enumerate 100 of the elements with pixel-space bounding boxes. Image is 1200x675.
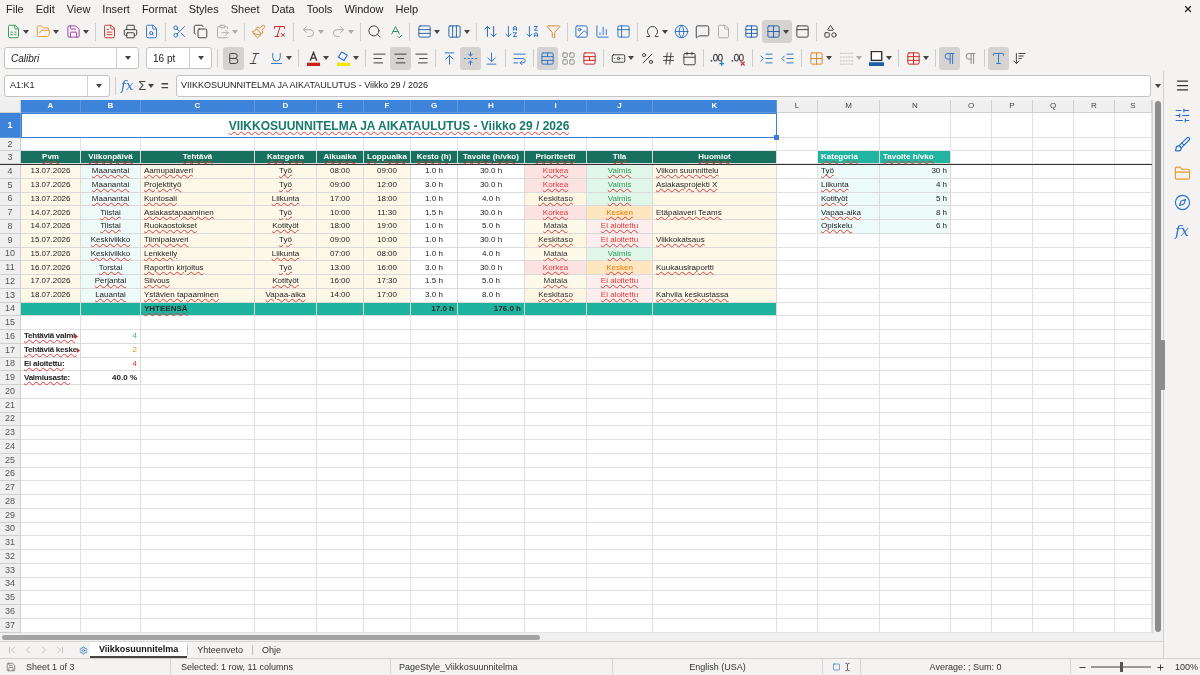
- shapes-icon: [823, 24, 838, 39]
- merge-center-button[interactable]: [537, 46, 558, 70]
- spellcheck-icon: [388, 24, 403, 39]
- menu-item[interactable]: Sheet: [224, 3, 266, 15]
- table-cell: 3.0 h: [411, 261, 458, 275]
- align-center-button[interactable]: [390, 46, 411, 70]
- row-header[interactable]: 23: [0, 426, 21, 440]
- horizontal-scrollbar[interactable]: [0, 633, 1163, 641]
- gear-icon: [78, 645, 88, 655]
- menu-item[interactable]: Tools: [300, 3, 339, 15]
- column-header[interactable]: J: [587, 100, 653, 113]
- formula-input[interactable]: VIIKKOSUUNNITELMA JA AIKATAULUTUS - Viikko 29 / 2026: [176, 74, 1151, 97]
- row-header[interactable]: 31: [0, 536, 21, 550]
- table-icon: [616, 24, 631, 39]
- row-header[interactable]: 7: [0, 206, 21, 220]
- menu-item[interactable]: File: [0, 3, 30, 15]
- row-header[interactable]: 12: [0, 275, 21, 289]
- menu-item[interactable]: Help: [389, 3, 425, 15]
- sheet-indicator: Sheet 1 of 3: [26, 662, 75, 672]
- row-header[interactable]: 2: [0, 138, 21, 151]
- scrollbar-thumb[interactable]: [2, 634, 540, 640]
- column-header[interactable]: B: [81, 100, 141, 113]
- merge-cells-icon: [540, 50, 555, 66]
- left-to-right-button[interactable]: [939, 46, 960, 70]
- sheet-tab[interactable]: Yhteenveto: [188, 642, 252, 658]
- row-header[interactable]: 16: [0, 330, 21, 344]
- sheet-tab[interactable]: Viikkosuunnitelma: [90, 642, 188, 658]
- column-header[interactable]: M: [818, 100, 880, 113]
- row-header[interactable]: 8: [0, 220, 21, 234]
- summary-label: Tehtäviä valmi: [24, 332, 76, 341]
- text-icon: [991, 50, 1006, 66]
- row-header[interactable]: 3: [0, 151, 21, 164]
- bar-chart-icon: [595, 24, 610, 39]
- borders-icon: [808, 50, 824, 66]
- row-header[interactable]: 11: [0, 261, 21, 275]
- sidebar-handle[interactable]: [1160, 340, 1165, 390]
- column-header[interactable]: S: [1115, 100, 1152, 113]
- column-header[interactable]: C: [141, 100, 255, 113]
- table-cell: Siivous: [141, 275, 255, 289]
- column-header[interactable]: D: [255, 100, 317, 113]
- row-header[interactable]: 4: [0, 165, 21, 179]
- header-cell: Kesto (h): [411, 151, 458, 164]
- freeze-button[interactable]: [762, 20, 792, 43]
- column-header[interactable]: P: [992, 100, 1033, 113]
- row-header[interactable]: 32: [0, 550, 21, 564]
- column-header[interactable]: G: [411, 100, 458, 113]
- column-header[interactable]: H: [458, 100, 525, 113]
- align-middle-button[interactable]: [460, 46, 481, 70]
- column-header[interactable]: K: [653, 100, 777, 113]
- font-size-box[interactable]: 16 pt: [146, 47, 212, 69]
- page-style: PageStyle_Viikkosuunnitelma: [399, 662, 518, 672]
- row-header[interactable]: 35: [0, 591, 21, 605]
- slider-thumb[interactable]: [1119, 662, 1123, 672]
- zoom-in-button[interactable]: [1155, 662, 1165, 672]
- row-header[interactable]: 24: [0, 440, 21, 454]
- caret-icon: [922, 56, 929, 60]
- row-header[interactable]: 15: [0, 316, 21, 330]
- align-right-icon: [414, 50, 429, 66]
- row-header[interactable]: 28: [0, 495, 21, 509]
- font-name-box[interactable]: Calibri: [4, 47, 139, 69]
- column-header[interactable]: N: [880, 100, 951, 113]
- functions-button[interactable]: fx: [1169, 218, 1195, 244]
- menu-item[interactable]: Window: [338, 3, 390, 15]
- column-header[interactable]: E: [317, 100, 364, 113]
- summary-value: 4: [81, 330, 141, 344]
- row-header[interactable]: 27: [0, 481, 21, 495]
- menu-item[interactable]: Insert: [96, 3, 136, 15]
- row-header[interactable]: 20: [0, 385, 21, 399]
- row-header[interactable]: 19: [0, 371, 21, 385]
- menu-item[interactable]: Edit: [29, 3, 61, 15]
- outdent-icon: [780, 50, 795, 66]
- row-header[interactable]: 1: [0, 113, 21, 138]
- document-search-icon: [144, 24, 159, 39]
- sum-button[interactable]: Σ: [135, 75, 158, 96]
- menu-item[interactable]: Styles: [182, 3, 225, 15]
- header-cell: Tehtävä: [141, 151, 255, 164]
- split-window-icon: [795, 24, 810, 39]
- column-header[interactable]: L: [777, 100, 818, 113]
- selection-mode-icon[interactable]: [831, 663, 842, 671]
- column-header[interactable]: Q: [1033, 100, 1074, 113]
- bold-button[interactable]: [223, 46, 244, 70]
- column-header[interactable]: F: [364, 100, 411, 113]
- table-cell: 17.07.2026: [21, 275, 81, 289]
- function-wizard-button[interactable]: fx: [118, 75, 136, 96]
- border-color-icon: [868, 50, 884, 66]
- column-header[interactable]: A: [21, 100, 81, 113]
- name-box[interactable]: A1:K1: [4, 74, 110, 97]
- menu-item[interactable]: Format: [135, 3, 183, 15]
- text-orientation-button[interactable]: [988, 46, 1009, 70]
- table-cell: 6 h: [880, 220, 951, 234]
- column-header[interactable]: R: [1074, 100, 1115, 113]
- row-header[interactable]: 36: [0, 605, 21, 619]
- formula-button[interactable]: =: [157, 75, 172, 96]
- menu-item[interactable]: Data: [265, 3, 301, 15]
- column-header[interactable]: O: [951, 100, 992, 113]
- undo-icon: [300, 24, 316, 39]
- menu-item[interactable]: View: [60, 3, 97, 15]
- fill-handle[interactable]: [774, 135, 779, 140]
- column-header[interactable]: I: [525, 100, 587, 113]
- sheet-tab[interactable]: Ohje: [252, 642, 290, 658]
